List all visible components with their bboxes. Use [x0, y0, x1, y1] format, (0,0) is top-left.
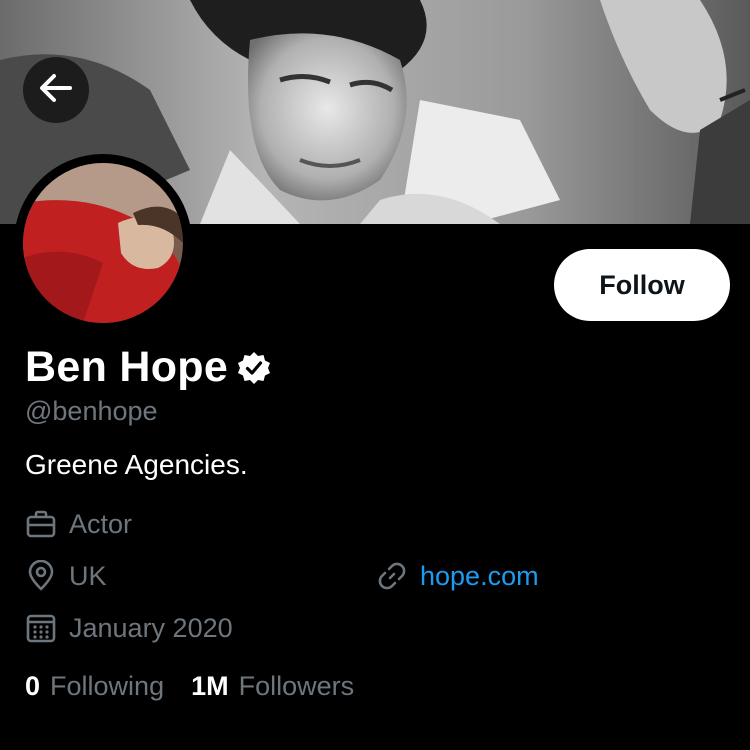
profile-location: UK — [25, 559, 107, 592]
joined-text: January 2020 — [69, 612, 233, 643]
follow-button[interactable]: Follow — [554, 249, 730, 321]
followers-link[interactable]: 1M Followers — [191, 671, 354, 702]
briefcase-icon — [25, 508, 57, 540]
back-button[interactable] — [23, 57, 89, 123]
calendar-icon — [25, 612, 57, 644]
verified-badge-icon[interactable] — [236, 350, 272, 386]
location-text: UK — [69, 560, 107, 591]
following-count: 0 — [25, 671, 41, 701]
website-link[interactable]: hope.com — [420, 561, 539, 592]
profile-profession: Actor — [25, 508, 132, 540]
profile-name-row: Ben Hope — [25, 343, 272, 392]
followers-count: 1M — [191, 671, 229, 701]
following-label: Following — [50, 671, 165, 701]
avatar[interactable] — [14, 154, 192, 332]
profile-bio: Greene Agencies. — [25, 449, 248, 480]
location-pin-icon — [25, 559, 57, 592]
profile-stats: 0 Following 1M Followers — [25, 671, 354, 702]
profession-text: Actor — [69, 508, 133, 539]
followers-label: Followers — [238, 671, 355, 701]
display-name: Ben Hope — [25, 343, 229, 391]
avatar-image — [23, 163, 183, 323]
user-handle: @benhope — [25, 396, 158, 426]
arrow-left-icon — [39, 73, 73, 108]
link-icon — [376, 560, 408, 592]
profile-website[interactable]: hope.com — [376, 560, 539, 592]
profile-joined-date: January 2020 — [25, 612, 233, 644]
following-link[interactable]: 0 Following — [25, 671, 164, 702]
